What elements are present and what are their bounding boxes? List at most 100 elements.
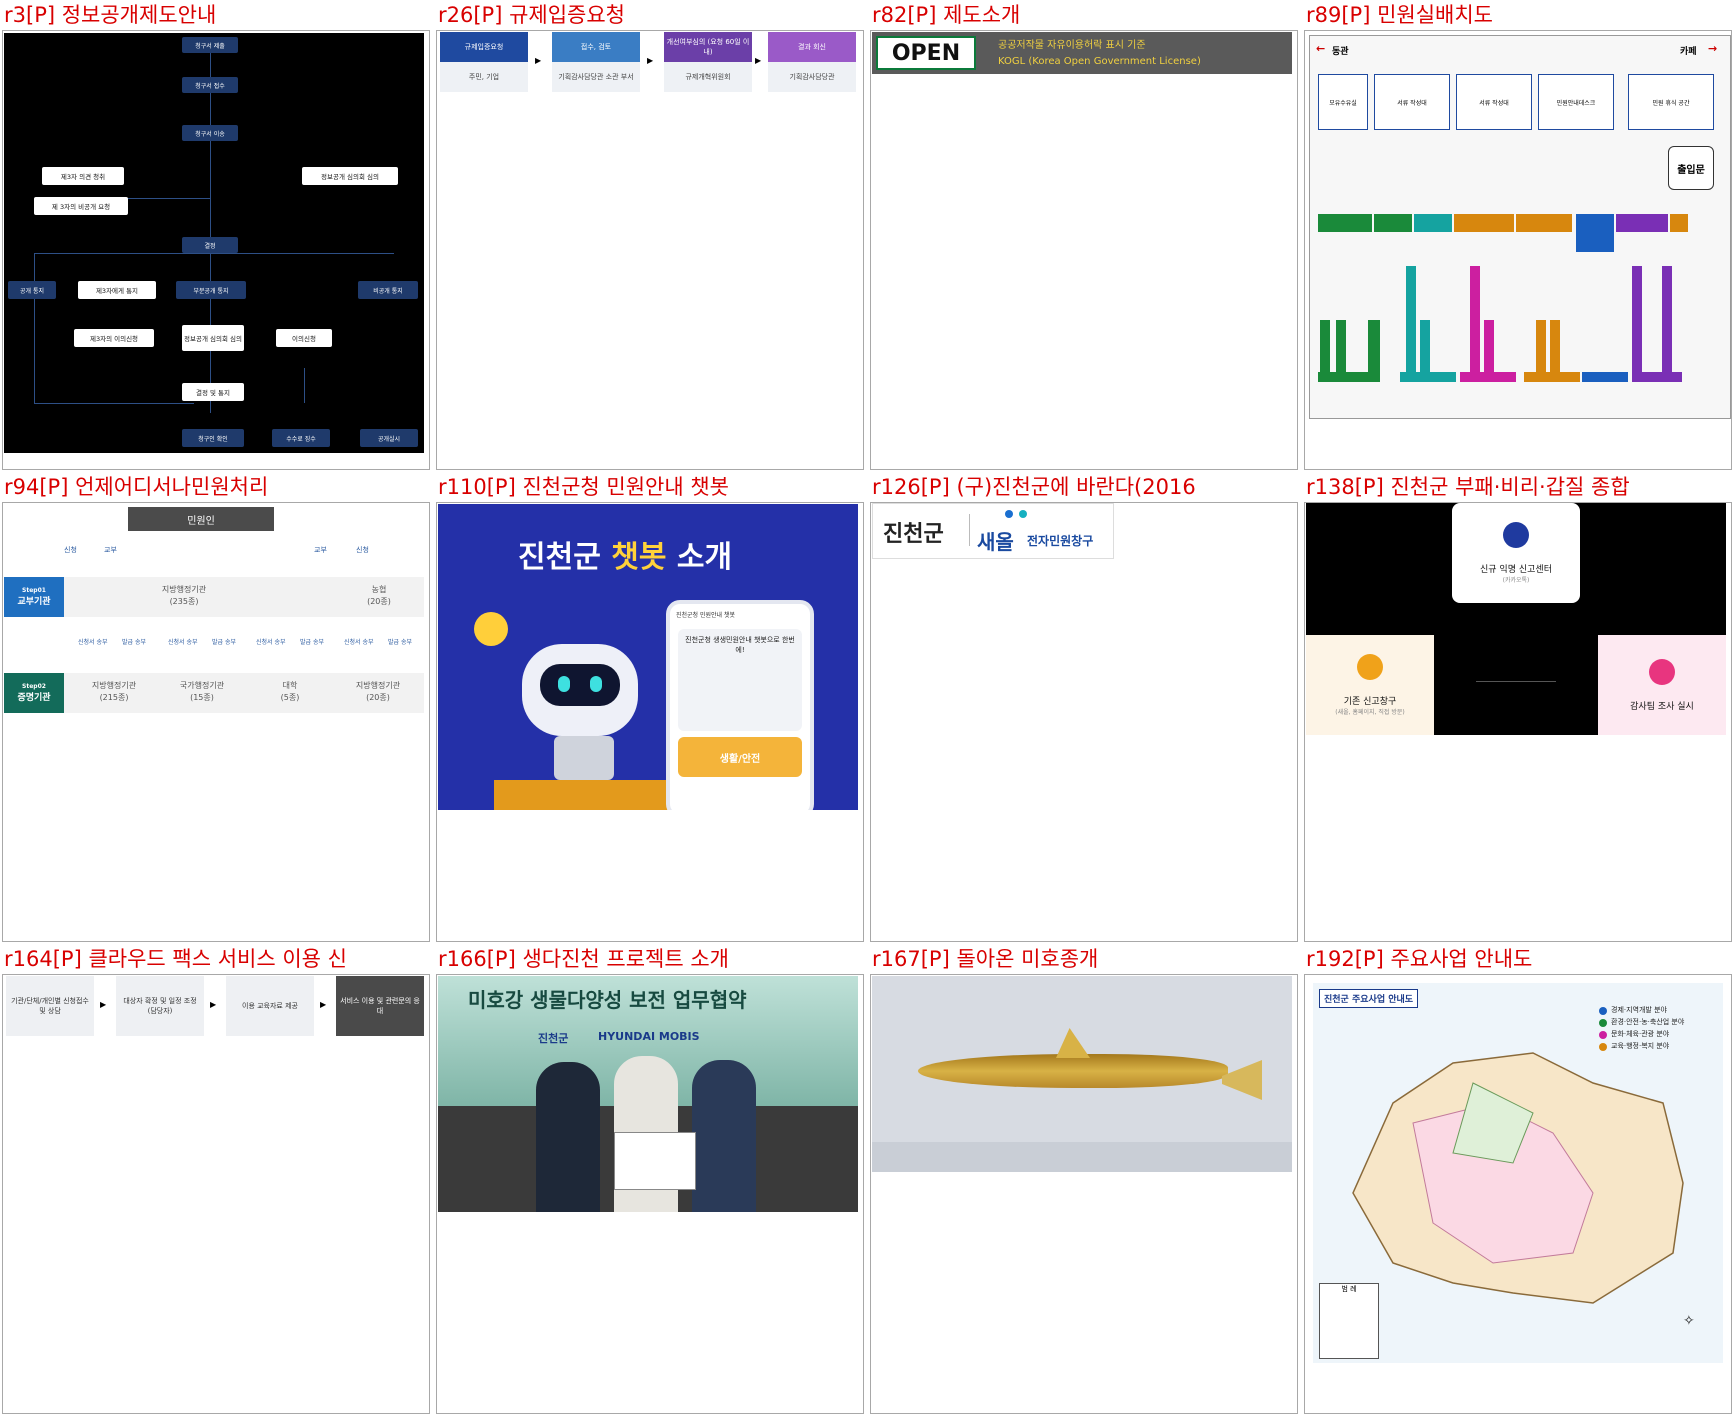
cell-r192[interactable]: r192[P] 주요사업 안내도 진천군 주요사업 안내도 경제·지역개발 분야… (1302, 944, 1736, 1416)
fish-photo (872, 976, 1292, 1172)
new-center-box: 신규 익명 신고센터 (카카오톡) (1452, 503, 1580, 603)
thumbnail-frame[interactable]: 신규 익명 신고센터 (카카오톡) 기존 신고창구 (새올, 홈페이지, 직접 … (1304, 502, 1732, 942)
box-title: 신규 익명 신고센터 (1480, 565, 1552, 575)
fax-service-flow: 기관/단체/개인별 신청접수 및 상담 대상자 확정 및 일정 조정 (담당자)… (4, 976, 424, 1038)
flow-label: 발급 송부 (300, 639, 324, 646)
room-box: 서류 작성대 (1456, 74, 1532, 130)
thumbnail-frame[interactable] (870, 974, 1298, 1414)
people-icon (1649, 658, 1675, 685)
thumbnail-frame[interactable]: 청구서 제출 청구서 접수 청구서 이송 제3자 의견 청취 정보공개 심의회 … (2, 30, 430, 470)
step-tag: Step01 (22, 587, 46, 594)
chatbot-headline: 진천군 챗봇 소개 (518, 532, 732, 576)
dot-icon (1005, 510, 1013, 518)
box-title: 감사팀 조사 실시 (1630, 701, 1694, 712)
legend-dot (1599, 1031, 1607, 1039)
thumbnail-frame[interactable]: 미호강 생물다양성 보전 업무협약 진천군 HYUNDAI MOBIS (436, 974, 864, 1414)
flow-node: 제 3자의 비공개 요청 (34, 197, 128, 215)
box-title: 기존 신고창구 (1343, 697, 1397, 707)
audit-box: 감사팀 조사 실시 (1598, 635, 1726, 735)
chatbot-banner: 진천군 챗봇 소개 진천군청 민원안내 챗봇 진천군청 생생민원안내 챗봇으로 … (438, 504, 858, 810)
arrow-right-icon: ▶ (647, 56, 654, 65)
room-box: 모유수유실 (1318, 74, 1368, 130)
document-icon (1357, 654, 1383, 680)
thumbnail-title[interactable]: r94[P] 언제어디서나민원처리 (4, 474, 430, 501)
step-box: 대상자 확정 및 일정 조정 (담당자) (116, 976, 204, 1036)
map-title: 진천군 주요사업 안내도 (1319, 989, 1419, 1008)
agency-count: (215종) (99, 692, 129, 702)
thumbnail-title[interactable]: r110[P] 진천군청 민원안내 챗봇 (438, 474, 864, 501)
thumbnail-title[interactable]: r126[P] (구)진천군에 바란다(2016 (872, 474, 1298, 501)
cell-r82[interactable]: r82[P] 제도소개 OPEN 공공저작물 자유이용허락 표시 기준 KOGL… (868, 0, 1302, 472)
thumbnail-frame[interactable]: ← 동관 카페 → 모유수유실 서류 작성대 서류 작성대 민원안내데스크 민원… (1304, 30, 1732, 470)
saeol-text: 새올 (977, 530, 1014, 554)
cell-r26[interactable]: r26[P] 규제입증요청 규제입증요청 접수, 검토 개선여부심의 (요청 6… (434, 0, 868, 472)
box-sub: (카카오톡) (1502, 577, 1530, 584)
flow-node: 이의신청 (276, 329, 332, 347)
step-box: 서비스 이용 및 관련문의 응대 (336, 976, 424, 1036)
thumbnail-frame[interactable]: 규제입증요청 접수, 검토 개선여부심의 (요청 60일 이내) 결과 회신 주… (436, 30, 864, 470)
agency-label: 지방행정기관 (91, 680, 137, 690)
thumbnail-title[interactable]: r166[P] 생다진천 프로젝트 소개 (438, 946, 864, 973)
flow-label: 신청서 송부 (168, 639, 198, 646)
flow-node: 공개 통지 (8, 281, 56, 299)
flow-label: 신청서 송부 (344, 639, 374, 646)
thumbnail-frame[interactable]: 진천군 챗봇 소개 진천군청 민원안내 챗봇 진천군청 생생민원안내 챗봇으로 … (436, 502, 864, 942)
arrow-right-icon: ▶ (755, 56, 762, 65)
cell-r167[interactable]: r167[P] 돌아온 미호종개 (868, 944, 1302, 1416)
thumbnail-frame[interactable]: 진천군 주요사업 안내도 경제·지역개발 분야 환경·안전·농·축산업 분야 문… (1304, 974, 1732, 1414)
arrow-label: 교부 (104, 546, 117, 554)
desk (494, 780, 674, 810)
legend-dot (1599, 1019, 1607, 1027)
thumbnail-title[interactable]: r26[P] 규제입증요청 (438, 2, 864, 29)
flow-node: 수수료 징수 (272, 429, 330, 447)
cell-r166[interactable]: r166[P] 생다진천 프로젝트 소개 미호강 생물다양성 보전 업무협약 진… (434, 944, 868, 1416)
thumbnail-title[interactable]: r82[P] 제도소개 (872, 2, 1298, 29)
step-tag: Step02 (22, 683, 46, 690)
cell-r89[interactable]: r89[P] 민원실배치도 ← 동관 카페 → 모유수유실 서류 작성대 서류 … (1302, 0, 1736, 472)
kogl-banner: OPEN 공공저작물 자유이용허락 표시 기준 KOGL (Korea Open… (872, 32, 1292, 74)
civil-user-box: 민원인 (128, 507, 274, 531)
thumbnail-title[interactable]: r89[P] 민원실배치도 (1306, 2, 1732, 29)
fish-tail (1222, 1060, 1262, 1100)
cell-r126[interactable]: r126[P] (구)진천군에 바란다(2016 진천군 새올 전자민원창구 (868, 472, 1302, 944)
entrance-box: 출입문 (1668, 146, 1714, 190)
thumbnail-title[interactable]: r167[P] 돌아온 미호종개 (872, 946, 1298, 973)
person (692, 1060, 756, 1212)
agency-label: 대학 (282, 680, 298, 690)
step-name: 교부기관 (17, 597, 51, 607)
arrow-right-icon: ▶ (210, 1000, 217, 1009)
thumbnail-frame[interactable]: 진천군 새올 전자민원창구 (870, 502, 1298, 942)
laptop-icon (554, 736, 614, 780)
office-layout-map: ← 동관 카페 → 모유수유실 서류 작성대 서류 작성대 민원안내데스크 민원… (1309, 35, 1731, 419)
flow-node: 청구서 이송 (182, 125, 238, 141)
step-box: 결과 회신 (768, 32, 856, 62)
thumbnail-frame[interactable]: OPEN 공공저작물 자유이용허락 표시 기준 KOGL (Korea Open… (870, 30, 1298, 470)
kogl-line1: 공공저작물 자유이용허락 표시 기준 (998, 40, 1146, 51)
cell-r110[interactable]: r110[P] 진천군청 민원안내 챗봇 진천군 챗봇 소개 진천군청 민원안내… (434, 472, 868, 944)
thumbnail-frame[interactable]: 민원인 신청 교부 교부 신청 Step01 교부기관 지방행정기관 (235종… (2, 502, 430, 942)
cell-r164[interactable]: r164[P] 클라우드 팩스 서비스 이용 신 기관/단체/개인별 신청접수 … (0, 944, 434, 1416)
thumbnail-title[interactable]: r3[P] 정보공개제도안내 (4, 2, 430, 29)
agency-count: (20종) (366, 692, 390, 702)
thumbnail-title[interactable]: r138[P] 진천군 부패·비리·갑질 종합 (1306, 474, 1732, 501)
banner-text: 미호강 생물다양성 보전 업무협약 (468, 988, 747, 1012)
brand-text: 진천군 (883, 522, 944, 547)
actor-box: 규제개혁위원회 (664, 62, 752, 92)
agency-label: 농협 (371, 584, 387, 594)
arrow-right-icon: ▶ (320, 1000, 327, 1009)
headline-part: 진천군 (518, 540, 601, 575)
cell-r94[interactable]: r94[P] 언제어디서나민원처리 민원인 신청 교부 교부 신청 Step01… (0, 472, 434, 944)
headline-part: 챗봇 (611, 540, 667, 575)
thumbnail-title[interactable]: r192[P] 주요사업 안내도 (1306, 946, 1732, 973)
agency-count: (235종) (169, 596, 199, 606)
cell-r138[interactable]: r138[P] 진천군 부패·비리·갑질 종합 신규 익명 신고센터 (카카오톡… (1302, 472, 1736, 944)
fish-body (918, 1054, 1228, 1088)
legend-label: 환경·안전·농·축산업 분야 (1611, 1018, 1685, 1026)
flow-node: 정보공개 심의회 심의 (302, 167, 398, 185)
thumbnail-frame[interactable]: 기관/단체/개인별 신청접수 및 상담 대상자 확정 및 일정 조정 (담당자)… (2, 974, 430, 1414)
agency-count: (5종) (280, 692, 300, 702)
thumbnail-title[interactable]: r164[P] 클라우드 팩스 서비스 이용 신 (4, 946, 430, 973)
step-box: 접수, 검토 (552, 32, 640, 62)
actor-box: 기획감사담당관 소관 부서 (552, 62, 640, 92)
cell-r3[interactable]: r3[P] 정보공개제도안내 청구서 제출 청구서 접수 청구서 이송 제3자 … (0, 0, 434, 472)
